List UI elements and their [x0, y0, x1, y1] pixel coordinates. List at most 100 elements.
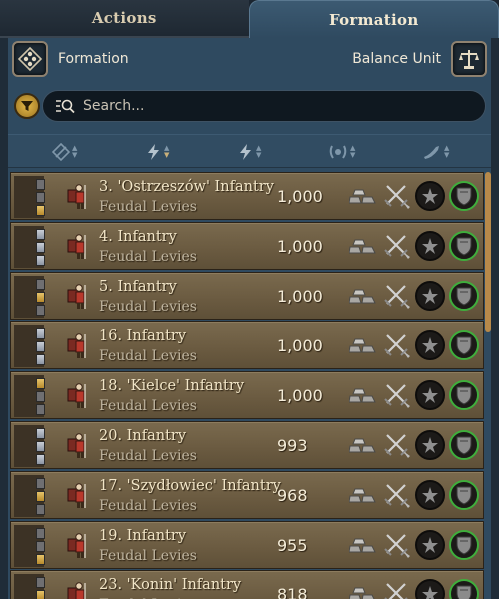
unit-shield-button[interactable]: [449, 380, 479, 411]
shield-icon: [456, 436, 472, 455]
unit-count: 1,000: [277, 386, 323, 406]
shield-icon: [456, 585, 472, 599]
reorder-handle-segment: [36, 428, 45, 439]
unit-shield-button[interactable]: [449, 430, 479, 460]
reorder-handle-segment: [36, 192, 45, 203]
unit-row[interactable]: 17. 'Szydłowiec' Infantry Feudal Levies …: [10, 470, 484, 519]
unit-shield-button[interactable]: [449, 529, 479, 560]
sort-by-horn-button[interactable]: ▲ ▼: [422, 140, 449, 164]
crossed-swords-icon: [384, 533, 410, 558]
shield-icon: [456, 336, 472, 355]
sort-arrows: ▲ ▼: [350, 144, 356, 159]
unit-count: 1,000: [277, 187, 323, 206]
crossed-swords-icon: [384, 185, 410, 209]
reorder-handle-segment: [36, 503, 45, 515]
unit-row[interactable]: 18. 'Kielce' Infantry Feudal Levies 1,00…: [10, 371, 484, 420]
sort-by-morale-button[interactable]: ▲ ▼: [238, 140, 261, 164]
unit-count: 955: [277, 535, 308, 555]
unit-name: 16. Infantry: [99, 328, 187, 345]
unit-count: 1,000: [277, 336, 323, 356]
infantry-icon: [67, 333, 86, 359]
infantry-icon: [67, 532, 86, 558]
unit-shield-button[interactable]: [449, 280, 479, 311]
commander-badge-button[interactable]: [415, 181, 445, 211]
crossed-swords-icon: [384, 434, 410, 458]
tab-actions[interactable]: Actions: [0, 0, 249, 38]
balance-unit-button[interactable]: [451, 41, 487, 77]
unit-row[interactable]: 19. Infantry Feudal Levies 955: [10, 520, 484, 569]
infantry-icon: [67, 483, 86, 508]
shield-icon: [456, 187, 472, 206]
reorder-handle-segment: [36, 278, 45, 290]
ingots-icon: [349, 488, 376, 503]
tab-formation[interactable]: Formation: [248, 0, 499, 38]
unit-row[interactable]: 16. Infantry Feudal Levies 1,000: [10, 321, 484, 370]
reorder-handle-segment: [36, 254, 45, 266]
unit-shield-button[interactable]: [449, 579, 479, 599]
infantry-icon: [67, 433, 86, 458]
unit-type: Feudal Levies: [99, 298, 197, 315]
formation-header: Formation Balance Unit: [12, 40, 487, 78]
commander-badge-button[interactable]: [415, 380, 445, 411]
formation-header-left: Formation: [12, 41, 129, 77]
star-shield-icon: [422, 536, 438, 553]
laurel-icon: [329, 145, 347, 159]
commander-badge-button[interactable]: [415, 230, 445, 261]
reorder-handle-segment: [36, 378, 45, 390]
unit-row[interactable]: 20. Infantry Feudal Levies 993: [10, 421, 484, 469]
commander-badge-button[interactable]: [415, 280, 445, 311]
search-input[interactable]: [83, 98, 463, 114]
unit-shield-button[interactable]: [449, 181, 479, 211]
sort-arrows: ▲ ▼: [256, 144, 262, 159]
unit-shield-button[interactable]: [449, 230, 479, 261]
commander-badge-button[interactable]: [415, 579, 445, 599]
infantry-icon: [67, 582, 86, 599]
unit-count: 968: [277, 485, 308, 505]
unit-type: Feudal Levies: [99, 398, 197, 415]
unit-row[interactable]: 23. 'Konin' Infantry Feudal Levies 818: [10, 570, 484, 599]
infantry-icon: [67, 184, 86, 209]
unit-type: Feudal Levies: [99, 547, 197, 564]
crossed-swords-icon: [384, 334, 410, 359]
formation-label: Formation: [58, 51, 129, 67]
commander-badge-button[interactable]: [415, 479, 445, 510]
ingots-icon: [349, 587, 375, 599]
star-shield-icon: [422, 188, 438, 204]
sort-by-speed-button[interactable]: ▲ ▼: [146, 140, 169, 164]
reorder-handle-segment: [36, 391, 45, 403]
unit-shield-button[interactable]: [449, 330, 479, 361]
sort-by-commander-button[interactable]: ▲ ▼: [328, 140, 355, 164]
star-shield-icon: [422, 486, 438, 503]
funnel-icon: [21, 101, 33, 111]
star-shield-icon: [422, 237, 438, 254]
reorder-handle-segment: [36, 527, 45, 539]
shield-icon: [456, 287, 472, 306]
sort-by-type-button[interactable]: ▲ ▼: [52, 140, 77, 164]
unit-row[interactable]: 5. Infantry Feudal Levies 1,000: [10, 271, 484, 320]
filter-button[interactable]: [14, 93, 40, 119]
unit-name: 18. 'Kielce' Infantry: [99, 378, 245, 395]
balance-unit-label: Balance Unit: [352, 51, 441, 67]
unit-shield-button[interactable]: [449, 479, 479, 510]
unit-type: Feudal Levies: [99, 348, 197, 365]
star-shield-icon: [422, 387, 438, 404]
reorder-handle-segment: [36, 205, 45, 216]
unit-type: Feudal Levies: [99, 248, 197, 265]
star-shield-icon: [422, 287, 438, 304]
formation-button[interactable]: [12, 41, 48, 77]
commander-badge-button[interactable]: [415, 430, 445, 460]
unit-row[interactable]: 3. 'Ostrzeszów' Infantry Feudal Levies 1…: [10, 172, 484, 220]
unit-count: 1,000: [277, 286, 323, 306]
unit-name: 23. 'Konin' Infantry: [99, 577, 242, 594]
star-shield-icon: [422, 337, 438, 354]
unit-row[interactable]: 4. Infantry Feudal Levies 1,000: [10, 221, 484, 270]
unit-name: 5. Infantry: [99, 278, 177, 295]
commander-badge-button[interactable]: [415, 330, 445, 361]
reorder-handle-segment: [36, 241, 45, 253]
unit-name: 3. 'Ostrzeszów' Infantry: [99, 179, 274, 195]
commander-badge-button[interactable]: [415, 529, 445, 560]
ingots-icon: [349, 289, 376, 304]
scrollbar[interactable]: [485, 172, 491, 332]
crossed-swords-icon: [384, 235, 410, 259]
crossed-swords-icon: [384, 583, 408, 599]
